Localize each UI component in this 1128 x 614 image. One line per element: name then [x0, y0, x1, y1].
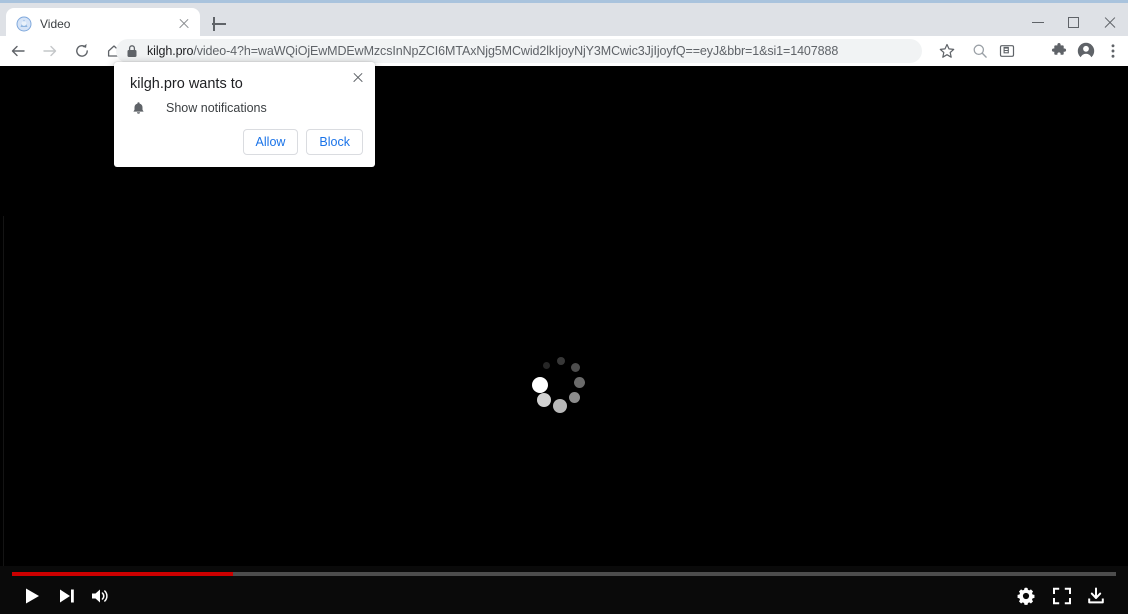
tab-video[interactable]: Video [6, 8, 200, 39]
zoom-icon[interactable] [967, 38, 993, 64]
reload-button[interactable] [68, 37, 96, 65]
url-domain: kilgh.pro [147, 44, 194, 58]
reading-list-icon[interactable] [994, 38, 1020, 64]
permission-row: Show notifications [130, 100, 267, 116]
dialog-actions: Allow Block [242, 129, 363, 155]
bell-icon [130, 100, 146, 116]
video-favicon-icon [16, 16, 32, 32]
next-track-button[interactable] [57, 586, 77, 608]
bookmark-star-icon[interactable] [934, 38, 960, 64]
volume-button[interactable] [90, 586, 112, 608]
url-path: /video-4?h=waWQiOjEwMDEwMzcsInNpZCI6MTAx… [193, 44, 839, 58]
extensions-puzzle-icon[interactable] [1046, 38, 1072, 64]
lock-icon[interactable] [124, 43, 140, 59]
browser-menu-icon[interactable] [1100, 38, 1126, 64]
notification-permission-dialog: kilgh.pro wants to Show notifications Al… [114, 62, 375, 167]
tab-title: Video [40, 16, 71, 31]
maximize-button[interactable] [1056, 6, 1092, 39]
back-button[interactable] [4, 37, 32, 65]
profile-avatar-icon[interactable] [1073, 38, 1099, 64]
dialog-title: kilgh.pro wants to [130, 76, 243, 92]
close-window-button[interactable] [1092, 6, 1128, 39]
new-tab-button[interactable] [207, 12, 231, 36]
dialog-close-icon[interactable] [349, 68, 367, 86]
fullscreen-icon[interactable] [1052, 586, 1072, 608]
block-button[interactable]: Block [306, 129, 363, 155]
address-bar[interactable]: kilgh.pro/video-4?h=waWQiOjEwMDEwMzcsInN… [116, 39, 922, 63]
player-control-bar [0, 566, 1128, 614]
window-controls [1020, 6, 1128, 39]
browser-window: Video kilgh.pro/video-4?h=waWQiOjEwMDEwM… [0, 0, 1128, 614]
progress-played [12, 572, 233, 576]
minimize-button[interactable] [1020, 6, 1056, 39]
progress-track[interactable] [12, 572, 1116, 576]
play-button[interactable] [22, 586, 42, 608]
tab-close-icon[interactable] [176, 16, 192, 32]
title-bar: Video [0, 0, 1128, 39]
download-icon[interactable] [1086, 586, 1106, 608]
forward-button[interactable] [36, 37, 64, 65]
allow-button[interactable]: Allow [242, 129, 299, 155]
settings-gear-icon[interactable] [1016, 586, 1036, 608]
loading-spinner [532, 353, 596, 417]
permission-label: Show notifications [166, 101, 267, 115]
page-edge-divider [3, 216, 4, 576]
url-text: kilgh.pro/video-4?h=waWQiOjEwMDEwMzcsInN… [147, 44, 838, 58]
